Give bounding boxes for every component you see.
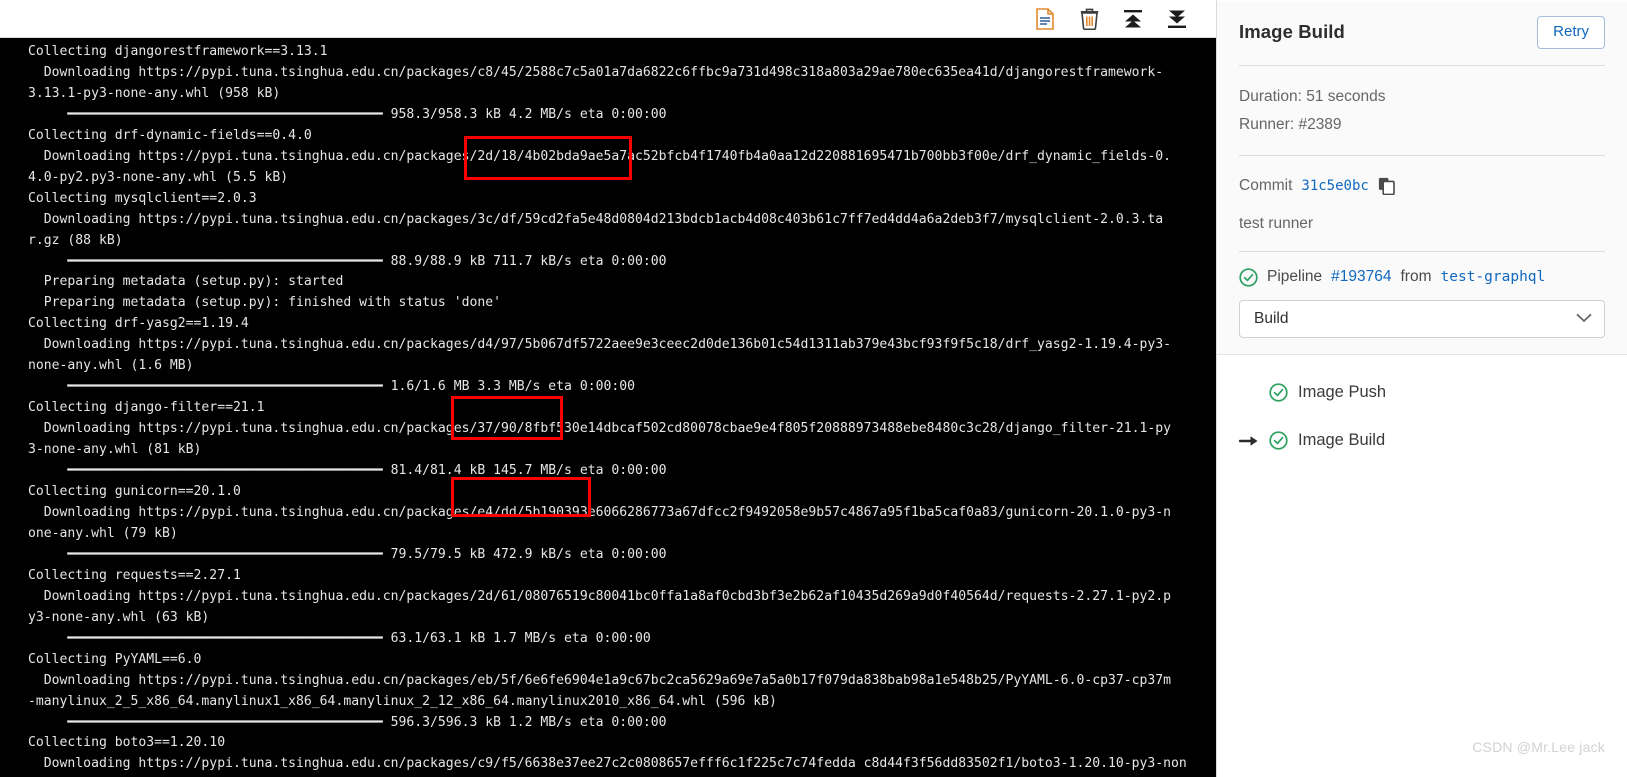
log-line: r.gz (88 kB) — [28, 232, 123, 248]
log-line: Preparing metadata (setup.py): started — [28, 274, 344, 290]
commit-row: Commit 31c5e0bc — [1239, 173, 1605, 199]
pipeline-label: Pipeline — [1267, 268, 1323, 285]
job-list-item[interactable]: Image Push — [1217, 369, 1627, 417]
watermark: CSDN @Mr.Lee jack — [1472, 739, 1605, 755]
log-line: Collecting mysqlclient==2.0.3 — [28, 190, 257, 206]
log-line: none-any.whl (1.6 MB) — [28, 358, 194, 374]
page-title: Image Build — [1239, 21, 1345, 43]
commit-label: Commit — [1239, 176, 1293, 194]
job-sidebar: Image Build Retry Duration: 51 seconds R… — [1216, 0, 1627, 777]
log-line: Preparing metadata (setup.py): finished … — [28, 295, 501, 311]
log-line: Downloading https://pypi.tuna.tsinghua.e… — [28, 211, 1164, 227]
chevron-down-icon — [1576, 310, 1592, 328]
job-status-success-icon — [1269, 431, 1288, 450]
job-list-item[interactable]: Image Build — [1217, 417, 1627, 465]
log-line: Collecting PyYAML==6.0 — [28, 651, 202, 667]
log-line: Collecting gunicorn==20.1.0 — [28, 484, 241, 500]
log-output[interactable]: Collecting djangorestframework==3.13.1 D… — [0, 38, 1216, 777]
log-line: ━━━━━━━━━━━━━━━━━━━━━━━━━━━━━━━━━━━━━━━━… — [28, 463, 667, 479]
commit-sha-link[interactable]: 31c5e0bc — [1301, 173, 1368, 199]
pipeline-ref-link[interactable]: test-graphql — [1441, 269, 1546, 285]
log-line: ━━━━━━━━━━━━━━━━━━━━━━━━━━━━━━━━━━━━━━━━… — [28, 253, 667, 269]
log-line: one-any.whl (79 kB) — [28, 525, 178, 541]
pipeline-row: Pipeline #193764 from test-graphql — [1239, 267, 1605, 287]
log-line: ━━━━━━━━━━━━━━━━━━━━━━━━━━━━━━━━━━━━━━━━… — [28, 546, 667, 562]
log-line: ━━━━━━━━━━━━━━━━━━━━━━━━━━━━━━━━━━━━━━━━… — [28, 714, 667, 730]
log-line: Downloading https://pypi.tuna.tsinghua.e… — [28, 672, 1172, 688]
pipeline-section: Pipeline #193764 from test-graphql Build — [1217, 252, 1627, 354]
job-duration: Duration: 51 seconds — [1239, 87, 1386, 105]
log-line: Downloading https://pypi.tuna.tsinghua.e… — [28, 421, 1172, 437]
log-line: ━━━━━━━━━━━━━━━━━━━━━━━━━━━━━━━━━━━━━━━━… — [28, 106, 667, 122]
log-line: Downloading https://pypi.tuna.tsinghua.e… — [28, 588, 1172, 604]
log-line: y3-none-any.whl (63 kB) — [28, 609, 210, 625]
log-line: Downloading https://pypi.tuna.tsinghua.e… — [28, 337, 1172, 353]
log-toolbar — [0, 0, 1216, 38]
retry-button[interactable]: Retry — [1537, 16, 1605, 49]
current-job-arrow-icon — [1239, 434, 1259, 448]
scroll-to-top-icon[interactable] — [1120, 6, 1146, 32]
job-meta-section: Duration: 51 seconds Runner: #2389 — [1217, 66, 1627, 155]
copy-icon[interactable] — [1378, 177, 1395, 195]
commit-message: test runner — [1239, 214, 1314, 232]
job-name: Image Push — [1298, 383, 1387, 401]
scroll-to-bottom-icon[interactable] — [1164, 6, 1190, 32]
stage-jobs-list: Image Push Image Build — [1217, 353, 1627, 777]
pipeline-id-link[interactable]: #193764 — [1331, 268, 1391, 286]
log-line: ━━━━━━━━━━━━━━━━━━━━━━━━━━━━━━━━━━━━━━━━… — [28, 379, 635, 395]
pipeline-from-label: from — [1400, 268, 1432, 285]
pipeline-status-success-icon — [1239, 267, 1258, 287]
log-line: Downloading https://pypi.tuna.tsinghua.e… — [28, 148, 1172, 164]
log-line: Downloading https://pypi.tuna.tsinghua.e… — [28, 756, 1187, 772]
job-log-page: Collecting djangorestframework==3.13.1 D… — [0, 0, 1627, 777]
sidebar-top-strip — [1217, 0, 1627, 2]
log-line: 3-none-any.whl (81 kB) — [28, 442, 202, 458]
stage-dropdown[interactable]: Build — [1239, 299, 1605, 338]
log-line: Collecting drf-dynamic-fields==0.4.0 — [28, 127, 312, 143]
log-line: -manylinux_2_5_x86_64.manylinux1_x86_64.… — [28, 693, 777, 709]
trash-icon[interactable] — [1076, 6, 1102, 32]
raw-log-icon[interactable] — [1032, 6, 1058, 32]
log-line: Collecting boto3==1.20.10 — [28, 735, 226, 751]
job-runner: Runner: #2389 — [1239, 115, 1342, 133]
job-status-success-icon — [1269, 383, 1288, 402]
job-name: Image Build — [1298, 431, 1386, 449]
log-line: Collecting requests==2.27.1 — [28, 567, 241, 583]
log-line: Collecting drf-yasg2==1.19.4 — [28, 316, 249, 332]
stage-dropdown-value: Build — [1254, 309, 1289, 327]
log-line: 3.13.1-py3-none-any.whl (958 kB) — [28, 85, 281, 101]
sidebar-header: Image Build Retry — [1217, 0, 1627, 65]
log-line: Downloading https://pypi.tuna.tsinghua.e… — [28, 64, 1164, 80]
log-line: Collecting django-filter==21.1 — [28, 400, 265, 416]
log-line: 4.0-py2.py3-none-any.whl (5.5 kB) — [28, 169, 289, 185]
log-line: Collecting djangorestframework==3.13.1 — [28, 44, 328, 59]
log-line: Downloading https://pypi.tuna.tsinghua.e… — [28, 504, 1172, 520]
commit-section: Commit 31c5e0bc test runner — [1217, 156, 1627, 251]
log-scroll-area[interactable]: Collecting djangorestframework==3.13.1 D… — [0, 38, 1216, 777]
job-log-panel: Collecting djangorestframework==3.13.1 D… — [0, 0, 1216, 777]
log-line: ━━━━━━━━━━━━━━━━━━━━━━━━━━━━━━━━━━━━━━━━… — [28, 630, 651, 646]
